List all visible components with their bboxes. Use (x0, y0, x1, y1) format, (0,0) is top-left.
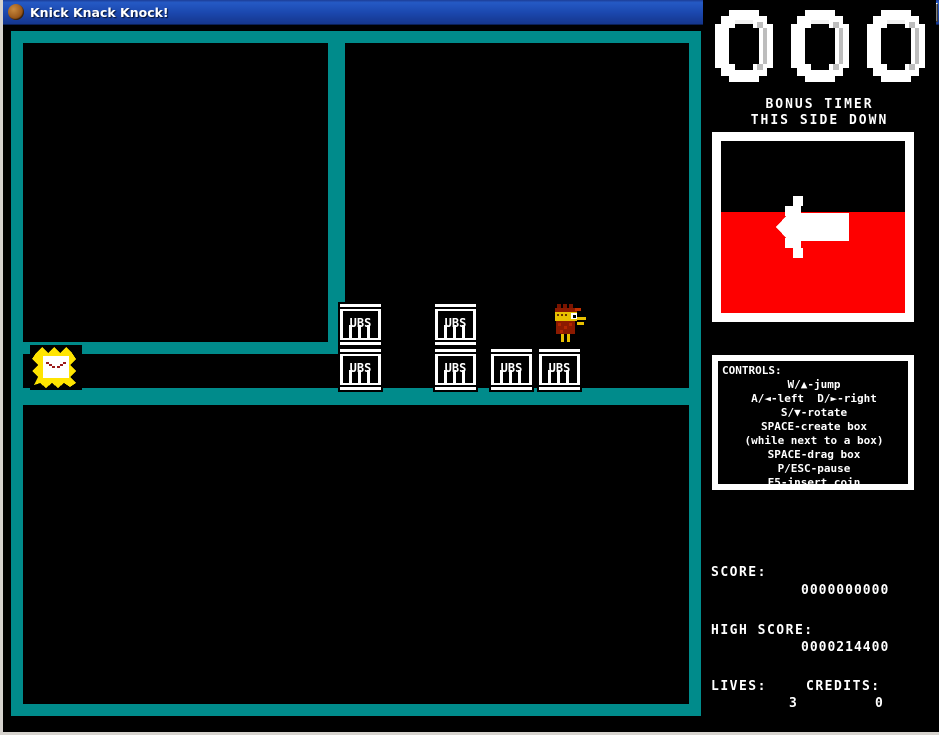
lives-value: 3 (789, 696, 798, 711)
lives-label: LIVES: (711, 679, 767, 694)
playfield-border-bottom (11, 704, 701, 716)
high-score-label: HIGH SCORE: (711, 623, 814, 638)
playfield-border-left (11, 31, 23, 716)
svg-text:UBS: UBS (445, 316, 467, 330)
playfield-border-top (11, 31, 701, 43)
window-title: Knick Knack Knock! (30, 4, 169, 20)
controls-line: SPACE-create box (761, 420, 867, 433)
enemy-bird-sprite[interactable] (547, 301, 589, 346)
bonus-timer-label: BONUS TIMER (765, 97, 874, 112)
high-score-value: 0000214400 (801, 640, 890, 655)
credits-value: 0 (875, 696, 884, 711)
bonus-timer-digits (708, 9, 931, 87)
crate-box[interactable]: UBS (338, 302, 383, 347)
controls-line: SPACE-drag box (767, 448, 861, 461)
controls-line: S/▼-rotate (780, 406, 848, 419)
controls-line: W/▲-jump (787, 378, 841, 391)
crate-box[interactable]: UBS (433, 347, 478, 392)
credits-label: CREDITS: (806, 679, 881, 694)
controls-list: W/▲-jump A/◄-left D/►-right S/▼-rotate SPAC… (722, 378, 906, 490)
svg-text:UBS: UBS (350, 361, 372, 375)
app-icon (8, 4, 24, 20)
bonus-digit (712, 10, 775, 86)
game-window: Knick Knack Knock! ✕ UBSUBSUBSUBSUBSU (0, 0, 939, 735)
bonus-digit (788, 10, 851, 86)
playfield-border-right (689, 31, 701, 716)
controls-line: A/◄-left D/►-right (751, 392, 877, 405)
svg-text:UBS: UBS (445, 361, 467, 375)
crate-box[interactable]: UBS (433, 302, 478, 347)
crate-box[interactable]: UBS (489, 347, 534, 392)
svg-text:UBS: UBS (350, 316, 372, 330)
svg-text:UBS: UBS (549, 361, 571, 375)
crate-box[interactable]: UBS (338, 347, 383, 392)
svg-text:UBS: UBS (501, 361, 523, 375)
score-label: SCORE: (711, 565, 767, 580)
controls-panel: CONTROLS: W/▲-jump A/◄-left D/►-right S/▼-… (712, 355, 914, 490)
bonus-digit (864, 10, 927, 86)
hud-panel: BONUS TIMER THIS SIDE DOWN CONTROLS: W/▲… (703, 0, 936, 711)
orientation-indicator-panel (712, 132, 914, 322)
player-sprite[interactable] (30, 345, 82, 390)
controls-line: F5-insert coin (767, 476, 861, 489)
controls-heading: CONTROLS: (722, 364, 782, 377)
left-arrow-icon (776, 196, 849, 258)
this-side-down-label: THIS SIDE DOWN (750, 113, 889, 128)
controls-line: P/ESC-pause (777, 462, 851, 475)
score-value: 0000000000 (801, 583, 890, 598)
controls-line: (while next to a box) (744, 434, 884, 447)
crate-box[interactable]: UBS (537, 347, 582, 392)
